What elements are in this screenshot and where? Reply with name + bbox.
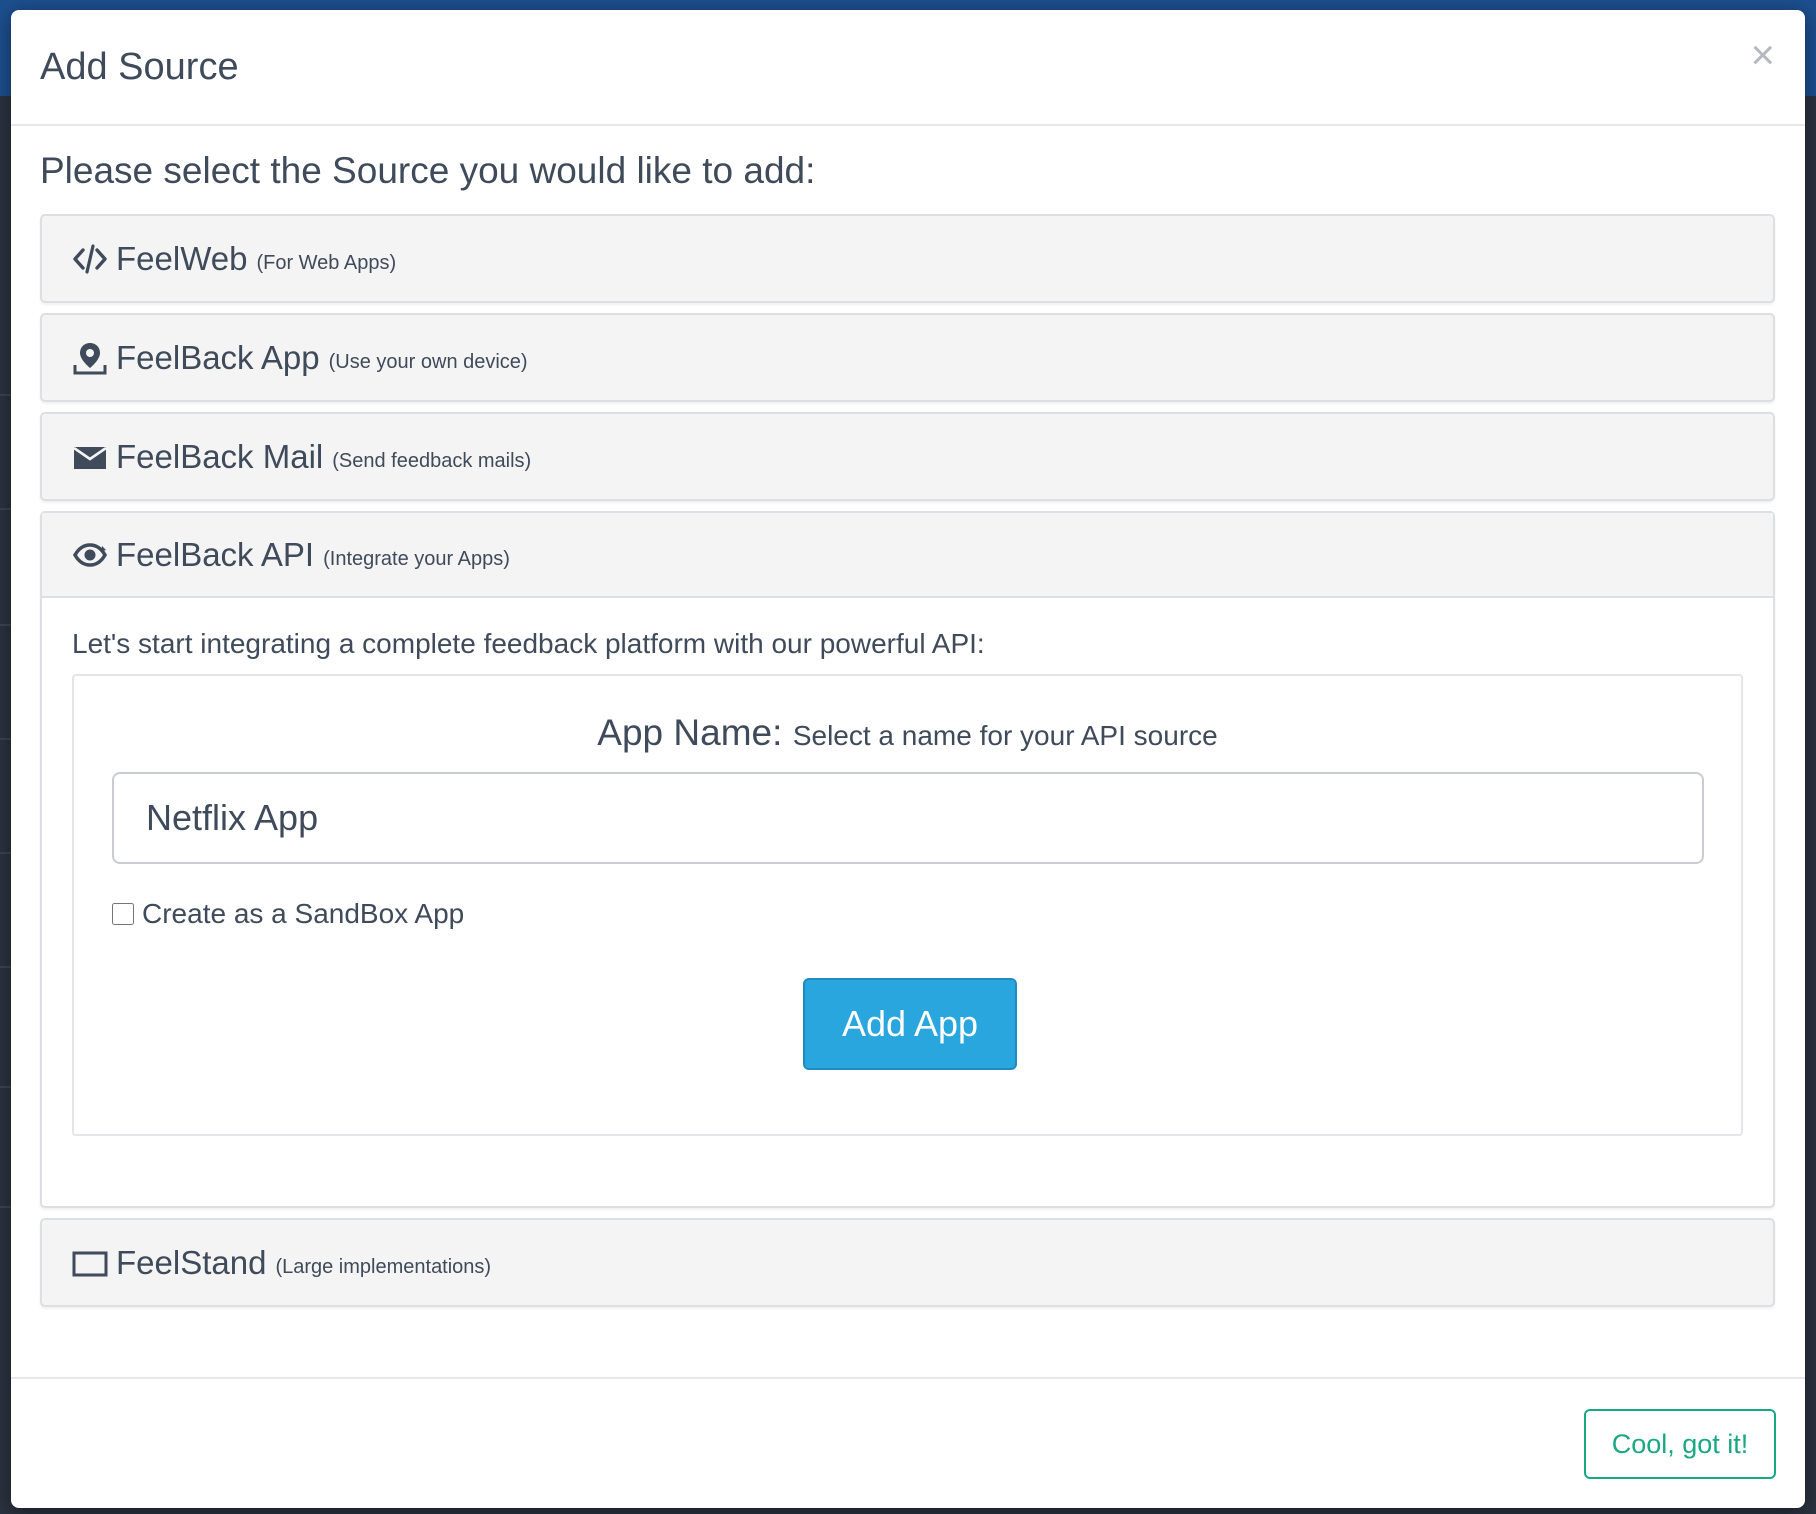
source-panel-feelback-api: FeelBack API (Integrate your Apps) Let's…	[40, 511, 1775, 1208]
source-header-feelback-app[interactable]: FeelBack App (Use your own device)	[42, 315, 1773, 400]
source-subtitle: (For Web Apps)	[256, 252, 397, 274]
source-panel-feelstand: FeelStand (Large implementations)	[40, 1218, 1775, 1307]
modal-body: Please select the Source you would like …	[40, 134, 1775, 1317]
sandbox-checkbox[interactable]	[112, 903, 134, 925]
app-name-heading: App Name: Select a name for your API sou…	[74, 712, 1741, 754]
add-app-button[interactable]: Add App	[803, 978, 1017, 1070]
app-name-hint: Select a name for your API source	[792, 720, 1218, 751]
source-header-feelweb[interactable]: FeelWeb (For Web Apps)	[42, 216, 1773, 301]
api-panel-body: Let's start integrating a complete feedb…	[42, 598, 1773, 1206]
eye-refresh-icon	[72, 537, 108, 573]
modal-header: Add Source ×	[11, 10, 1805, 126]
app-name-input[interactable]	[112, 772, 1704, 864]
code-icon	[72, 241, 108, 277]
source-subtitle: (Use your own device)	[328, 351, 528, 373]
source-title: FeelBack API	[116, 535, 315, 573]
modal-title: Add Source	[40, 46, 239, 88]
source-title: FeelWeb	[116, 239, 248, 277]
source-panel-feelweb: FeelWeb (For Web Apps)	[40, 214, 1775, 303]
add-source-modal: Add Source × Please select the Source yo…	[11, 10, 1805, 1508]
close-button[interactable]: ×	[1750, 34, 1775, 76]
source-title: FeelBack App	[116, 338, 320, 376]
source-prompt: Please select the Source you would like …	[40, 150, 816, 191]
cool-got-it-button[interactable]: Cool, got it!	[1584, 1409, 1776, 1479]
api-form-box: App Name: Select a name for your API sou…	[72, 674, 1743, 1136]
sandbox-label: Create as a SandBox App	[142, 898, 465, 929]
source-subtitle: (Send feedback mails)	[332, 450, 532, 472]
source-subtitle: (Integrate your Apps)	[323, 548, 510, 570]
source-title: FeelBack Mail	[116, 437, 324, 475]
api-intro-text: Let's start integrating a complete feedb…	[72, 628, 985, 659]
source-title: FeelStand	[116, 1243, 267, 1281]
app-name-label: App Name:	[597, 712, 783, 753]
monitor-icon	[72, 1245, 108, 1281]
source-panel-feelback-mail: FeelBack Mail (Send feedback mails)	[40, 412, 1775, 501]
modal-footer: Cool, got it!	[11, 1377, 1805, 1510]
sandbox-option[interactable]: Create as a SandBox App	[112, 898, 464, 930]
source-header-feelstand[interactable]: FeelStand (Large implementations)	[42, 1220, 1773, 1305]
source-subtitle: (Large implementations)	[275, 1256, 492, 1278]
source-header-feelback-api[interactable]: FeelBack API (Integrate your Apps)	[42, 513, 1773, 598]
envelope-icon	[72, 439, 108, 475]
source-panel-feelback-app: FeelBack App (Use your own device)	[40, 313, 1775, 402]
source-header-feelback-mail[interactable]: FeelBack Mail (Send feedback mails)	[42, 414, 1773, 499]
location-pin-icon	[72, 340, 108, 376]
